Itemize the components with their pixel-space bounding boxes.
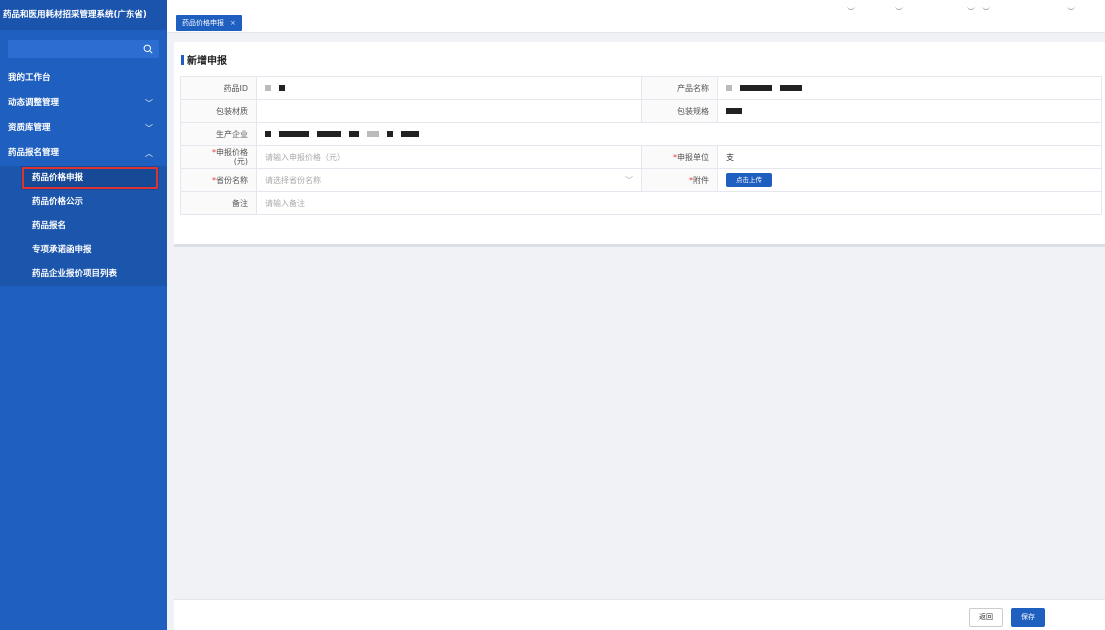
app-title: 药品和医用耗材招采管理系统(广东省) <box>0 0 167 30</box>
tab-drug-price-declare[interactable]: 药品价格申报 × <box>176 15 242 31</box>
manufacturer-label: 生产企业 <box>180 122 257 146</box>
product-name-value <box>717 76 1102 100</box>
redacted-text <box>401 131 419 137</box>
search-box <box>8 40 159 58</box>
form-row: 生产企业 <box>180 122 1102 146</box>
header-icon[interactable] <box>982 6 990 10</box>
unit-value: 支 <box>717 145 1102 169</box>
form-row: *申报价格 (元) 请输入申报价格（元） *申报单位 支 <box>180 145 1102 169</box>
sidebar-item-drug-registration[interactable]: 药品报名管理 ︿ <box>0 141 167 166</box>
redacted-text <box>265 85 271 91</box>
chevron-up-icon: ︿ <box>145 149 153 158</box>
chevron-down-icon: ﹀ <box>625 175 633 185</box>
price-label-unit: (元) <box>233 157 248 166</box>
sidebar-item-label: 动态调整管理 <box>8 98 60 108</box>
redacted-text <box>317 131 341 137</box>
remark-input[interactable]: 请输入备注 <box>256 191 1102 215</box>
unit-label: *申报单位 <box>641 145 718 169</box>
packaging-material-value <box>256 99 642 123</box>
declare-form: 药品ID 产品名称 包装材质 包装规格 生产企业 *申报价格 (元) 请输入申报… <box>180 76 1102 215</box>
province-select[interactable]: 请选择省份名称 ﹀ <box>256 168 642 192</box>
sidebar-item-qualification[interactable]: 资质库管理 ﹀ <box>0 116 167 141</box>
sidebar-item-drug-signup[interactable]: 药品报名 <box>0 214 167 238</box>
header-icon[interactable] <box>895 6 903 10</box>
price-placeholder: 请输入申报价格（元） <box>265 152 345 162</box>
price-input[interactable]: 请输入申报价格（元） <box>256 145 642 169</box>
section-title: 新增申报 <box>181 52 227 67</box>
header-icon[interactable] <box>1067 6 1075 10</box>
product-name-label: 产品名称 <box>641 76 718 100</box>
attachment-cell: 点击上传 <box>717 168 1102 192</box>
close-icon[interactable]: × <box>230 19 236 27</box>
province-label-text: 省份名称 <box>216 175 248 185</box>
redacted-text <box>265 131 271 137</box>
sidebar-item-quote-project-list[interactable]: 药品企业报价项目列表 <box>0 262 167 286</box>
sidebar-item-label: 药品报名管理 <box>8 148 60 158</box>
save-button[interactable]: 保存 <box>1011 608 1045 627</box>
form-row: 备注 请输入备注 <box>180 191 1102 215</box>
footer-bar: 返回 保存 <box>174 599 1105 630</box>
redacted-text <box>726 108 742 114</box>
sidebar-item-dynamic-adjust[interactable]: 动态调整管理 ﹀ <box>0 91 167 116</box>
unit-label-text: 申报单位 <box>677 152 709 162</box>
manufacturer-value <box>256 122 1102 146</box>
sidebar-item-drug-price-declare[interactable]: 药品价格申报 <box>21 166 159 190</box>
drug-id-value <box>256 76 642 100</box>
attachment-label: *附件 <box>641 168 718 192</box>
province-label: *省份名称 <box>180 168 257 192</box>
packaging-material-label: 包装材质 <box>180 99 257 123</box>
form-panel: 新增申报 药品ID 产品名称 包装材质 包装规格 生产企业 *申报价格 (元) … <box>174 42 1105 247</box>
upload-button[interactable]: 点击上传 <box>726 173 772 187</box>
sidebar-search <box>0 30 167 66</box>
redacted-text <box>726 85 732 91</box>
redacted-text <box>279 131 309 137</box>
tab-label: 药品价格申报 <box>182 19 224 27</box>
redacted-text <box>740 85 772 91</box>
chevron-down-icon: ﹀ <box>145 124 153 133</box>
redacted-text <box>349 131 359 137</box>
sidebar-menu: 我的工作台 动态调整管理 ﹀ 资质库管理 ﹀ 药品报名管理 ︿ <box>0 66 167 166</box>
remark-label: 备注 <box>180 191 257 215</box>
sidebar-item-label: 资质库管理 <box>8 123 51 133</box>
remark-placeholder: 请输入备注 <box>265 198 305 208</box>
submenu-drug-registration: 药品价格申报 药品价格公示 药品报名 专项承诺函申报 药品企业报价项目列表 <box>0 166 167 286</box>
redacted-text <box>279 85 285 91</box>
sidebar-item-drug-price-publicity[interactable]: 药品价格公示 <box>0 190 167 214</box>
top-bar: 药品价格申报 × <box>167 0 1105 33</box>
form-row: 包装材质 包装规格 <box>180 99 1102 123</box>
attachment-label-text: 附件 <box>693 175 709 185</box>
packaging-spec-value <box>717 99 1102 123</box>
sidebar-item-special-commitment[interactable]: 专项承诺函申报 <box>0 238 167 262</box>
search-icon[interactable] <box>143 44 153 54</box>
price-label: *申报价格 (元) <box>180 145 257 169</box>
redacted-text <box>367 131 379 137</box>
header-icon[interactable] <box>847 6 855 10</box>
header-icon[interactable] <box>967 6 975 10</box>
sidebar-item-label: 我的工作台 <box>8 73 51 83</box>
redacted-text <box>780 85 802 91</box>
sidebar-item-workbench[interactable]: 我的工作台 <box>0 66 167 91</box>
form-row: *省份名称 请选择省份名称 ﹀ *附件 点击上传 <box>180 168 1102 192</box>
chevron-down-icon: ﹀ <box>145 99 153 108</box>
back-button[interactable]: 返回 <box>969 608 1003 627</box>
sidebar: 药品和医用耗材招采管理系统(广东省) 我的工作台 动态调整管理 ﹀ 资质库管理 … <box>0 0 167 630</box>
search-input[interactable] <box>8 40 140 58</box>
province-placeholder: 请选择省份名称 <box>265 175 321 185</box>
form-row: 药品ID 产品名称 <box>180 76 1102 100</box>
drug-id-label: 药品ID <box>180 76 257 100</box>
price-label-text: 申报价格 <box>216 148 248 157</box>
redacted-text <box>387 131 393 137</box>
packaging-spec-label: 包装规格 <box>641 99 718 123</box>
